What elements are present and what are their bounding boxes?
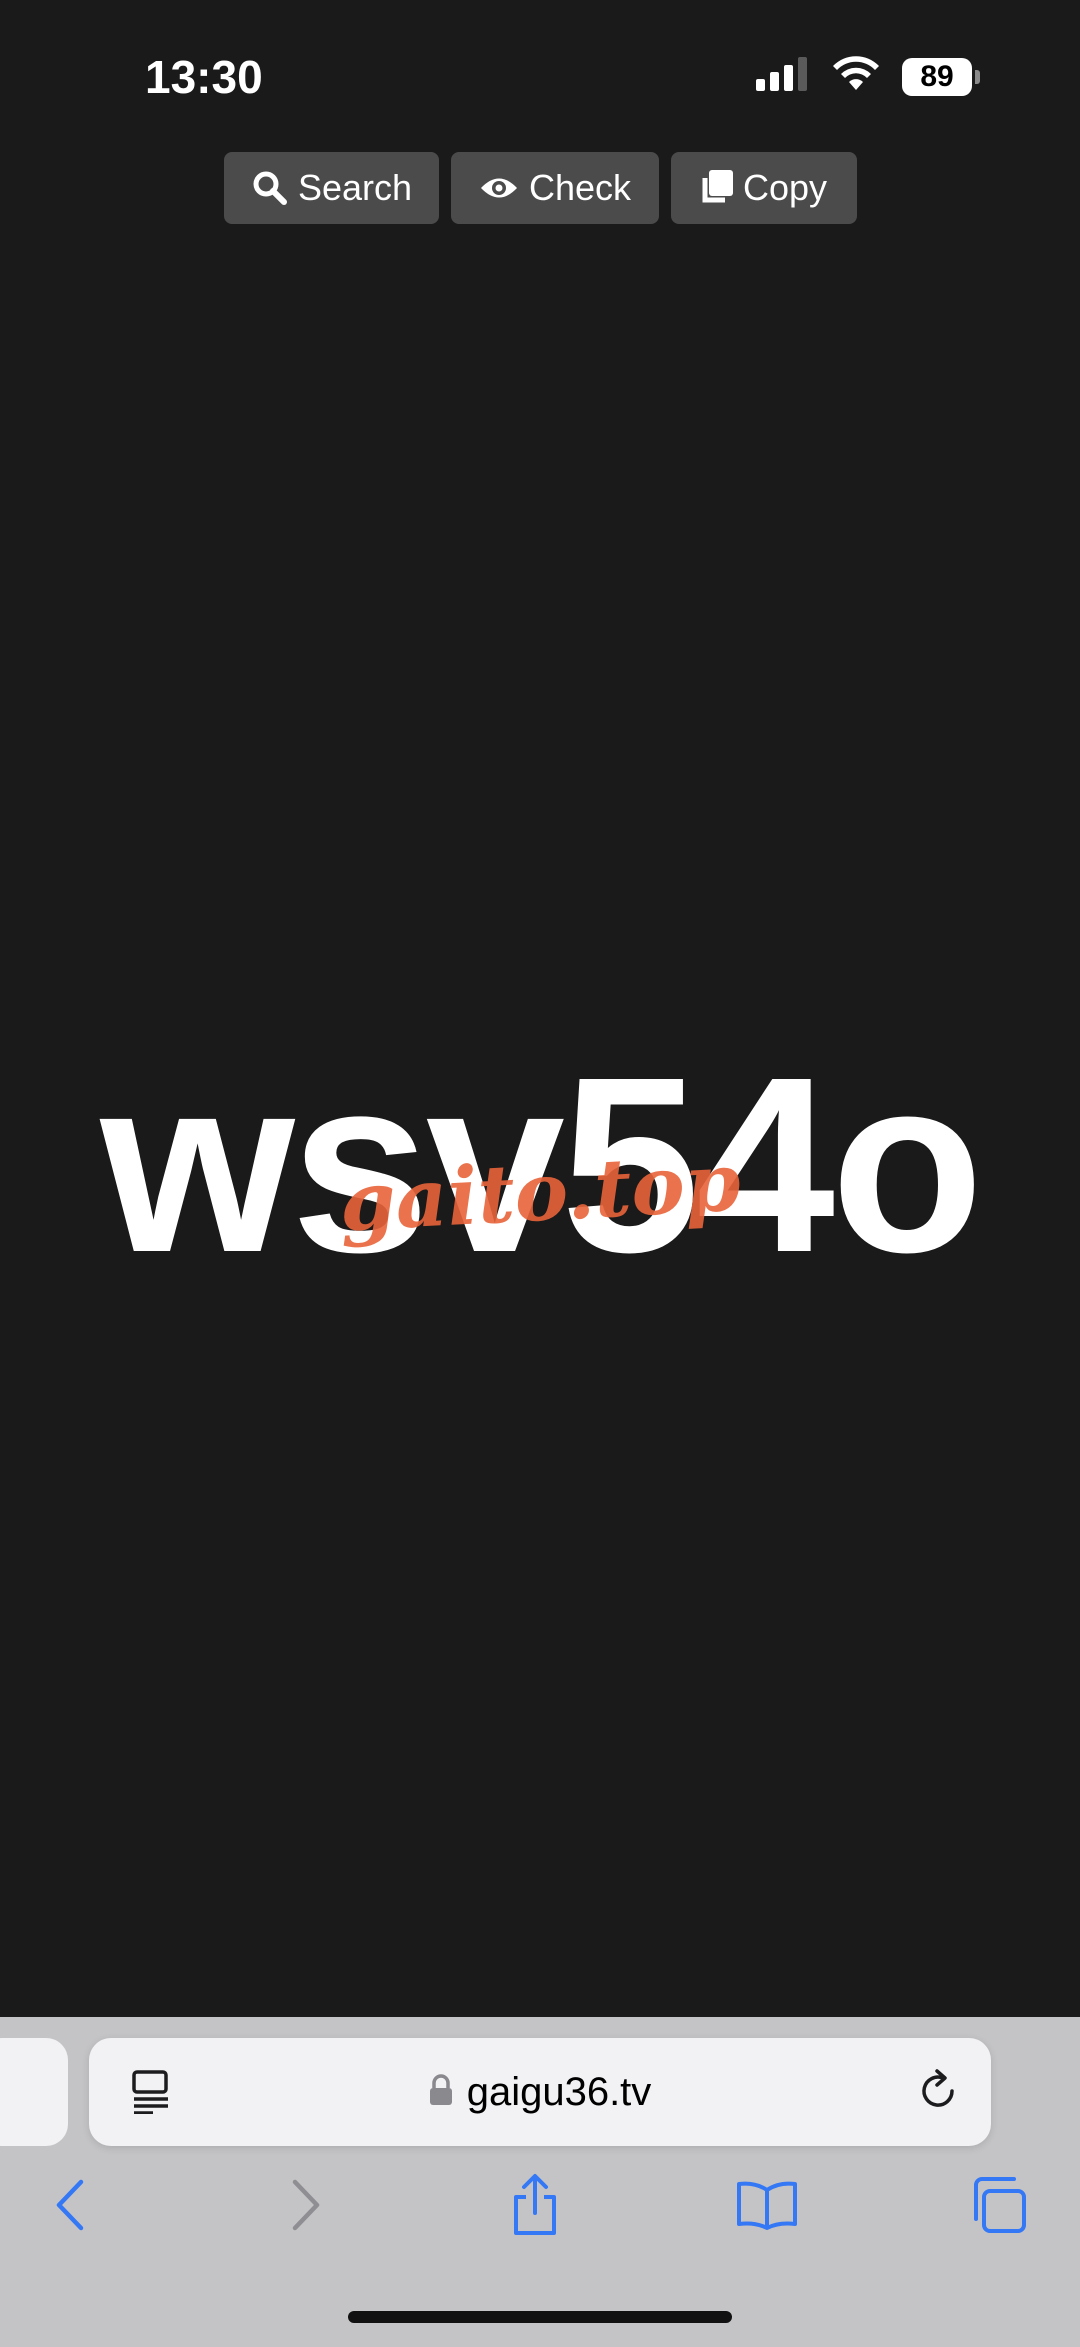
address-center: gaigu36.tv xyxy=(89,2038,991,2146)
reload-icon[interactable] xyxy=(915,2068,961,2119)
copy-button-label: Copy xyxy=(743,167,828,208)
search-button[interactable]: Search xyxy=(224,152,439,224)
back-button[interactable] xyxy=(30,2167,110,2247)
action-toolbar: Search Check Copy xyxy=(224,152,857,224)
battery-icon: 89 xyxy=(902,57,972,96)
battery-indicator: 89 xyxy=(902,57,980,96)
copy-button[interactable]: Copy xyxy=(671,152,857,224)
wifi-icon xyxy=(832,56,880,97)
reader-mode-icon[interactable] xyxy=(131,2070,171,2119)
eye-icon xyxy=(479,173,519,203)
share-icon xyxy=(510,2173,560,2242)
check-button[interactable]: Check xyxy=(451,152,659,224)
browser-nav-row xyxy=(0,2167,1080,2247)
signal-icon xyxy=(756,57,810,96)
chevron-right-icon xyxy=(291,2179,321,2236)
chevron-left-icon xyxy=(55,2179,85,2236)
tabs-button[interactable] xyxy=(958,2167,1038,2247)
search-button-label: Search xyxy=(298,167,413,208)
screen: 13:30 89 Search Check Copy wsv54o gaito.… xyxy=(0,0,1080,2347)
battery-level: 89 xyxy=(920,59,954,93)
tabs-icon xyxy=(968,2175,1028,2240)
browser-bottom-bar: gaigu36.tv xyxy=(0,2017,1080,2347)
previous-tab-preview[interactable] xyxy=(0,2038,68,2146)
search-icon xyxy=(252,170,288,206)
book-icon xyxy=(735,2180,799,2235)
forward-button[interactable] xyxy=(266,2167,346,2247)
lock-icon xyxy=(429,2073,453,2111)
battery-cap xyxy=(975,69,980,84)
check-button-label: Check xyxy=(529,167,632,208)
home-indicator[interactable] xyxy=(348,2311,732,2323)
bookmarks-button[interactable] xyxy=(727,2167,807,2247)
status-icons: 89 xyxy=(756,56,980,97)
status-time: 13:30 xyxy=(145,51,263,103)
share-button[interactable] xyxy=(495,2167,575,2247)
address-url: gaigu36.tv xyxy=(466,2069,652,2114)
copy-icon xyxy=(699,170,733,206)
address-bar[interactable]: gaigu36.tv xyxy=(89,2038,991,2146)
